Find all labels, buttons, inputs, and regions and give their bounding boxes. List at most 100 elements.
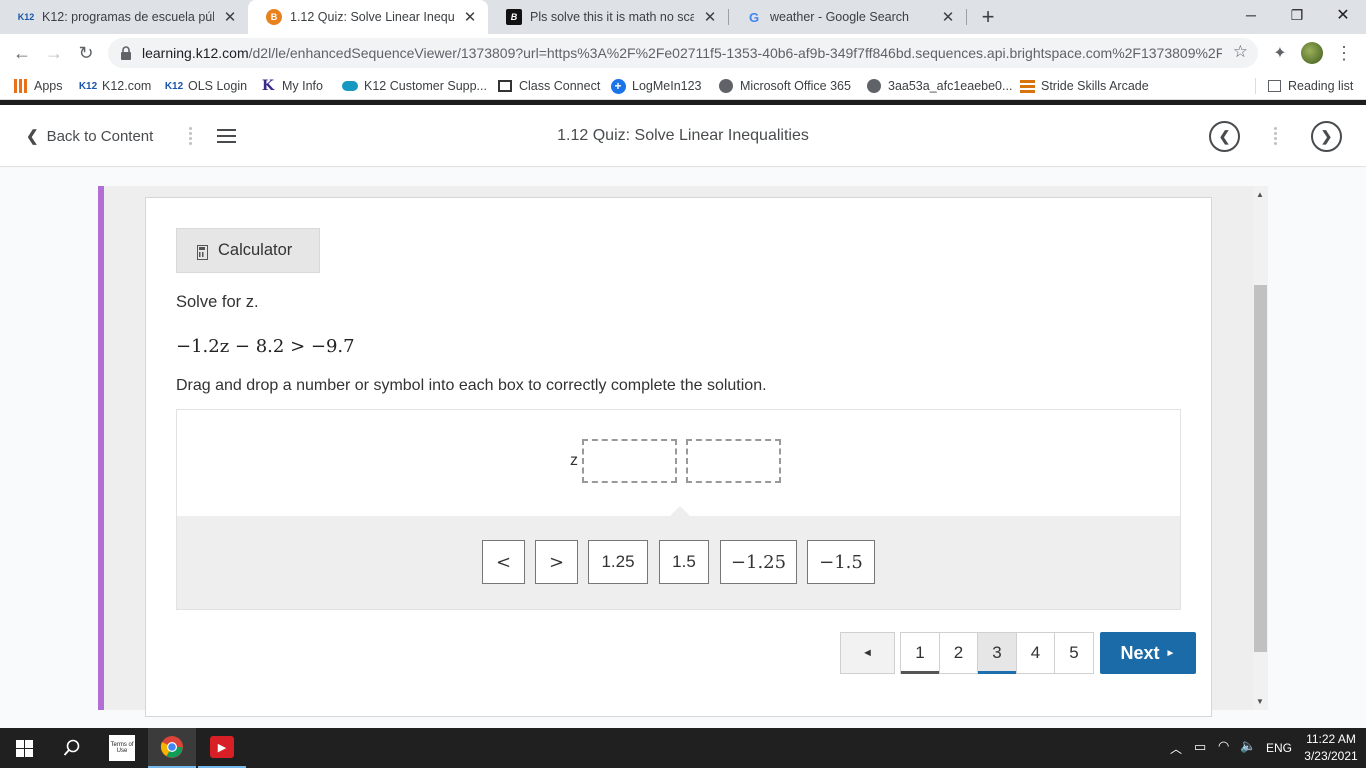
bookmark-label: My Info [282,79,323,93]
bookmark-label: Apps [34,79,63,93]
tab-separator [966,9,967,25]
browser-tab-k12[interactable]: K12 K12: programas de escuela públic ✕ [0,0,248,34]
bookmark-separator [1255,78,1256,94]
navigation-bar: ← → ↻ learning.k12.com/d2l/le/enhancedSe… [0,34,1366,72]
calculator-button[interactable]: Calculator [176,228,320,273]
bookmark-label: 3aa53a_afc1eaebe0... [888,79,1013,93]
clock-date[interactable]: 3/23/2021 [1302,749,1360,763]
terms-of-use-icon: Terms of Use [109,735,135,761]
question-prompt: Solve for z. [176,293,259,311]
bookmark-label: K12 Customer Supp... [364,79,487,93]
url-path: /d2l/le/enhancedSequenceViewer/1373809?u… [248,45,1222,61]
globe-icon [718,78,734,94]
previous-page-button[interactable]: ◄ [840,632,895,674]
tile-less-than[interactable]: < [482,540,525,584]
close-tab-icon[interactable]: ✕ [460,7,480,27]
reading-list-label: Reading list [1288,79,1354,93]
tile-neg-1-5[interactable]: −1.5 [807,540,875,584]
reading-list-button[interactable]: Reading list [1266,76,1353,96]
previous-item-button[interactable]: ❮ [1209,121,1240,152]
next-button[interactable]: Next ► [1100,632,1196,674]
chrome-menu-icon[interactable]: ⋮ [1330,40,1358,66]
battery-icon[interactable]: ▭ [1194,739,1206,755]
browser-tab-quiz[interactable]: B 1.12 Quiz: Solve Linear Inequaliti ✕ [248,0,488,34]
scroll-up-icon[interactable]: ▲ [1256,190,1264,199]
bookmark-label: K12.com [102,79,152,93]
close-tab-icon[interactable]: ✕ [700,7,720,27]
calculator-icon [197,245,208,260]
forward-arrow-icon[interactable]: → [40,40,68,66]
volume-icon[interactable]: 🔈 [1240,738,1256,754]
bookmark-apps[interactable]: Apps [14,76,63,96]
page-3-button[interactable]: 3 [977,632,1017,674]
bookmark-3aa53a[interactable]: 3aa53a_afc1eaebe0... [866,76,1012,96]
tile-neg-1-25[interactable]: −1.25 [720,540,797,584]
reload-icon[interactable]: ↻ [72,40,100,66]
minimize-icon[interactable]: ─ [1228,0,1274,30]
address-bar[interactable]: learning.k12.com/d2l/le/enhancedSequence… [108,38,1258,68]
search-icon[interactable] [48,728,96,768]
back-arrow-icon[interactable]: ← [8,40,36,66]
media-app-taskbar-button[interactable]: ▶ [198,728,246,768]
terms-of-use-app[interactable]: Terms of Use [98,728,146,768]
language-indicator[interactable]: ENG [1266,741,1292,755]
browser-tab-google[interactable]: G weather - Google Search ✕ [728,0,966,34]
close-window-icon[interactable]: ✕ [1320,0,1366,30]
plus-icon: + [610,78,626,94]
bookmark-ols-login[interactable]: K12 OLS Login [164,76,247,96]
bookmark-office365[interactable]: Microsoft Office 365 [718,76,851,96]
drop-box-2[interactable] [686,439,781,483]
bookmark-star-icon[interactable]: ☆ [1233,42,1248,62]
scrollbar-thumb[interactable] [1254,285,1267,652]
k12-favicon-icon: K12 [17,12,35,22]
tile-1-25[interactable]: 1.25 [588,540,648,584]
new-tab-icon[interactable]: + [976,4,1000,29]
tile-1-5[interactable]: 1.5 [659,540,709,584]
k12-icon: K12 [78,80,98,92]
extensions-puzzle-icon[interactable]: ✦ [1266,40,1294,66]
close-tab-icon[interactable]: ✕ [220,7,240,27]
cloud-icon [342,78,358,94]
windows-taskbar: Terms of Use ▶ ︿ ▭ ◠ 🔈 ENG 11:22 AM 3/23… [0,728,1366,768]
bookmark-k12com[interactable]: K12 K12.com [78,76,152,96]
restore-icon[interactable]: ❐ [1274,0,1320,30]
page-1-button[interactable]: 1 [900,632,940,674]
profile-avatar[interactable] [1298,40,1326,66]
page-2-button[interactable]: 2 [939,632,978,674]
show-hidden-icons-chevron-icon[interactable]: ︿ [1170,740,1182,757]
accent-bar [98,186,104,710]
scrollbar[interactable]: ▲ ▼ [1253,186,1268,710]
page-4-button[interactable]: 4 [1016,632,1055,674]
video-icon [497,78,513,94]
clock-time[interactable]: 11:22 AM [1304,732,1358,746]
calculator-label: Calculator [218,241,293,259]
scroll-down-icon[interactable]: ▼ [1256,697,1264,706]
bookmark-class-connect[interactable]: Class Connect [497,76,600,96]
apps-grid-icon [14,79,28,93]
answer-row: z [570,439,790,483]
close-tab-icon[interactable]: ✕ [938,7,958,27]
next-item-button[interactable]: ❯ [1311,121,1342,152]
drop-box-1[interactable] [582,439,677,483]
bookmark-stride-arcade[interactable]: Stride Skills Arcade [1019,76,1149,96]
windows-start-icon[interactable] [0,728,48,768]
chrome-taskbar-button[interactable] [148,728,196,768]
next-label: Next [1120,642,1160,663]
k12-info-icon: K [261,78,275,94]
bookmark-logmein[interactable]: + LogMeIn123 [610,76,702,96]
k12-icon: K12 [164,80,184,92]
google-favicon-icon: G [748,9,760,25]
tile-greater-than[interactable]: > [535,540,578,584]
bookmarks-bar: Apps K12 K12.com K12 OLS Login K My Info… [0,72,1366,100]
grid-icon [1019,78,1035,94]
browser-tab-brainly[interactable]: B Pls solve this it is math no scams ✕ [488,0,728,34]
chevron-left-icon: ❮ [1218,128,1231,144]
bookmark-my-info[interactable]: K My Info [260,76,323,96]
bookmark-label: Stride Skills Arcade [1041,79,1149,93]
bookmark-customer-support[interactable]: K12 Customer Supp... [342,76,487,96]
wifi-icon[interactable]: ◠ [1218,738,1229,754]
question-equation: −1.2z − 8.2 > −9.7 [176,336,355,357]
chrome-icon [160,736,183,758]
chevron-right-icon: ❯ [1320,128,1333,144]
page-5-button[interactable]: 5 [1054,632,1094,674]
